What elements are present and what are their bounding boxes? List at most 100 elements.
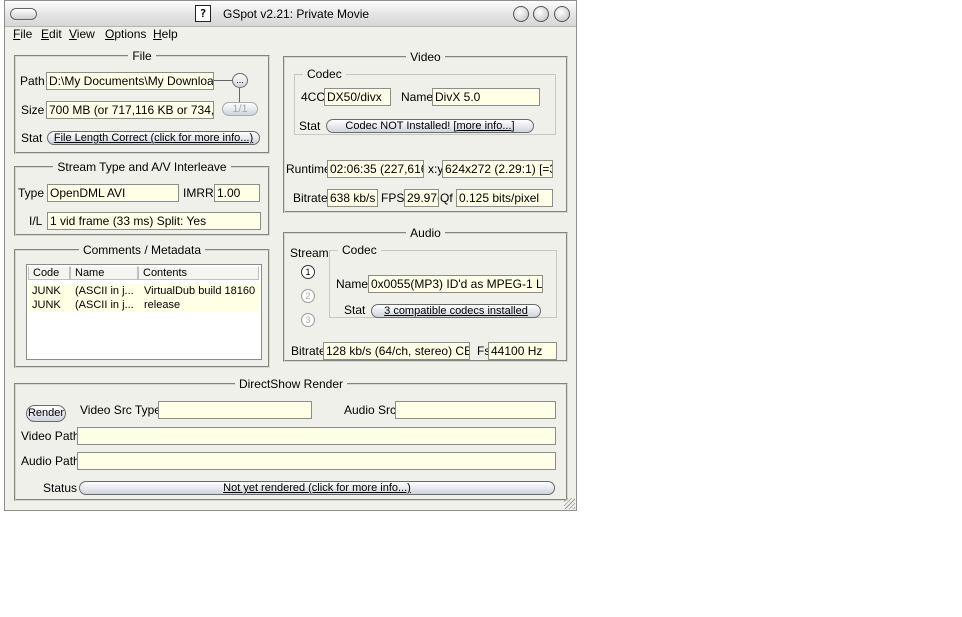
table-row[interactable]: JUNK (ASCII in j... VirtualDub build 181… — [28, 284, 260, 298]
maximize-icon[interactable] — [533, 6, 549, 22]
row-code: JUNK — [32, 299, 61, 311]
video-stat-label: Stat — [299, 119, 321, 133]
audio-bitrate-field[interactable]: 128 kb/s (64/ch, stereo) CBR — [323, 342, 470, 360]
column-code[interactable]: Code — [28, 266, 70, 280]
comments-group: Comments / Metadata Code Name Contents J… — [14, 243, 270, 368]
audio-stat-button[interactable]: 3 compatible codecs installed — [371, 304, 541, 318]
qf-field[interactable]: 0.125 bits/pixel — [456, 189, 553, 207]
audio-codec-legend: Codec — [342, 243, 377, 257]
file-legend: File — [132, 49, 152, 63]
xy-field[interactable]: 624x272 (2.29:1) [=39 — [442, 160, 553, 178]
type-field[interactable]: OpenDML AVI — [47, 184, 179, 202]
audio-src-label: Audio Src — [344, 403, 397, 417]
video-src-type-field[interactable] — [158, 401, 312, 419]
audio-group: Audio Stream 1 2 3 Codec Name 0x0055(MP3… — [283, 226, 568, 362]
runtime-field[interactable]: 02:06:35 (227,616 f — [327, 160, 424, 178]
stream-label: Stream — [290, 246, 329, 260]
audio-name-field[interactable]: 0x0055(MP3) ID'd as MPEG-1 Laye — [368, 275, 543, 293]
status-button[interactable]: Not yet rendered (click for more info...… — [79, 481, 555, 495]
table-row[interactable]: JUNK (ASCII in j... release — [28, 298, 260, 312]
row-name: (ASCII in j... — [75, 299, 134, 311]
file-stat-text: File Length Correct (click for more info… — [53, 132, 254, 144]
comments-list[interactable]: Code Name Contents JUNK (ASCII in j... V… — [26, 264, 262, 360]
stream-1-radio[interactable]: 1 — [301, 265, 315, 279]
il-field[interactable]: 1 vid frame (33 ms) Split: Yes — [47, 212, 261, 230]
video-codec-group: Codec 4CC DX50/divx Name DivX 5.0 Stat C… — [294, 67, 556, 135]
row-contents: release — [144, 299, 181, 311]
size-label: Size — [21, 103, 45, 117]
audio-stat-label: Stat — [344, 303, 366, 317]
menu-bar: File Edit View Options Help — [5, 26, 576, 43]
nav-button[interactable]: 1/1 — [222, 102, 258, 116]
size-field[interactable]: 700 MB (or 717,116 KB or 734,326 — [46, 101, 214, 119]
stream-3-radio[interactable]: 3 — [301, 313, 315, 327]
audio-src-field[interactable] — [395, 401, 556, 419]
video-bitrate-label: Bitrate — [293, 191, 328, 205]
audio-path-label: Audio Path — [21, 454, 80, 468]
video-bitrate-field[interactable]: 638 kb/s — [327, 189, 378, 207]
menu-edit[interactable]: Edit — [41, 27, 62, 41]
app-face-icon: ? — [195, 5, 211, 22]
path-label: Path — [20, 74, 45, 88]
qf-label: Qf — [440, 191, 453, 205]
row-code: JUNK — [32, 285, 61, 297]
fs-field[interactable]: 44100 Hz — [488, 342, 557, 360]
file-group: File Path D:\My Documents\My Downloads\ … — [14, 49, 270, 154]
audio-bitrate-label: Bitrate — [291, 344, 326, 358]
stream-2-radio[interactable]: 2 — [301, 289, 315, 303]
fourcc-field[interactable]: DX50/divx — [324, 88, 391, 106]
menu-file[interactable]: File — [13, 27, 32, 41]
fps-field[interactable]: 29.97( — [404, 189, 439, 207]
audio-name-label: Name — [336, 277, 369, 291]
video-path-field[interactable] — [77, 427, 556, 445]
audio-codec-group: Codec Name 0x0055(MP3) ID'd as MPEG-1 La… — [329, 243, 557, 318]
runtime-label: Runtime — [286, 162, 331, 176]
title-bar[interactable]: ? GSpot v2.21: Private Movie — [5, 1, 576, 27]
video-legend: Video — [410, 50, 441, 64]
close-icon[interactable] — [554, 6, 570, 22]
fourcc-label: 4CC — [301, 90, 326, 104]
video-src-type-label: Video Src Type — [80, 403, 161, 417]
gspot-window: ? GSpot v2.21: Private Movie File Edit V… — [4, 0, 577, 511]
audio-stat-text: 3 compatible codecs installed — [384, 305, 528, 317]
type-label: Type — [18, 186, 45, 200]
window-menu-pill-icon[interactable] — [10, 8, 37, 20]
render-button[interactable]: Render — [26, 405, 66, 422]
resize-grip-icon[interactable] — [564, 498, 575, 509]
window-title: GSpot v2.21: Private Movie — [223, 7, 370, 21]
status-label: Status — [43, 481, 78, 495]
imrr-field[interactable]: 1.00 — [214, 184, 260, 202]
browse-button[interactable]: ... — [232, 73, 248, 88]
minimize-icon[interactable] — [513, 6, 529, 22]
menu-options[interactable]: Options — [105, 27, 146, 41]
path-field[interactable]: D:\My Documents\My Downloads\ — [46, 72, 214, 90]
video-stat-button[interactable]: Codec NOT Installed! [more info...] — [326, 119, 534, 133]
video-stat-text-end: ] — [511, 120, 515, 132]
video-name-label: Name — [401, 90, 434, 104]
browse-connector-line — [239, 88, 240, 102]
video-codec-legend: Codec — [307, 67, 342, 81]
il-label: I/L — [29, 214, 43, 228]
menu-view[interactable]: View — [69, 27, 95, 41]
video-name-field[interactable]: DivX 5.0 — [432, 88, 540, 106]
directshow-render-group: DirectShow Render Render Video Src Type … — [14, 377, 568, 501]
audio-legend: Audio — [410, 226, 441, 240]
video-group: Video Codec 4CC DX50/divx Name DivX 5.0 … — [283, 50, 568, 213]
audio-path-field[interactable] — [77, 452, 556, 470]
column-contents[interactable]: Contents — [138, 266, 259, 280]
status-text: Not yet rendered (click for more info...… — [223, 482, 411, 494]
stream-type-group: Stream Type and A/V Interleave Type Open… — [14, 160, 270, 236]
file-stat-label: Stat — [21, 131, 43, 145]
file-stat-button[interactable]: File Length Correct (click for more info… — [47, 131, 260, 145]
row-contents: VirtualDub build 18160 — [144, 285, 256, 297]
path-connector-line — [214, 80, 234, 81]
row-name: (ASCII in j... — [75, 285, 134, 297]
column-name[interactable]: Name — [70, 266, 138, 280]
menu-help[interactable]: Help — [153, 27, 178, 41]
video-stat-text: Codec NOT Installed! [ — [345, 120, 457, 132]
comments-legend: Comments / Metadata — [82, 243, 202, 257]
render-legend: DirectShow Render — [238, 377, 344, 391]
fps-label: FPS — [381, 191, 405, 205]
video-stat-link[interactable]: more info... — [456, 120, 511, 132]
imrr-label: IMRR — [183, 186, 214, 200]
